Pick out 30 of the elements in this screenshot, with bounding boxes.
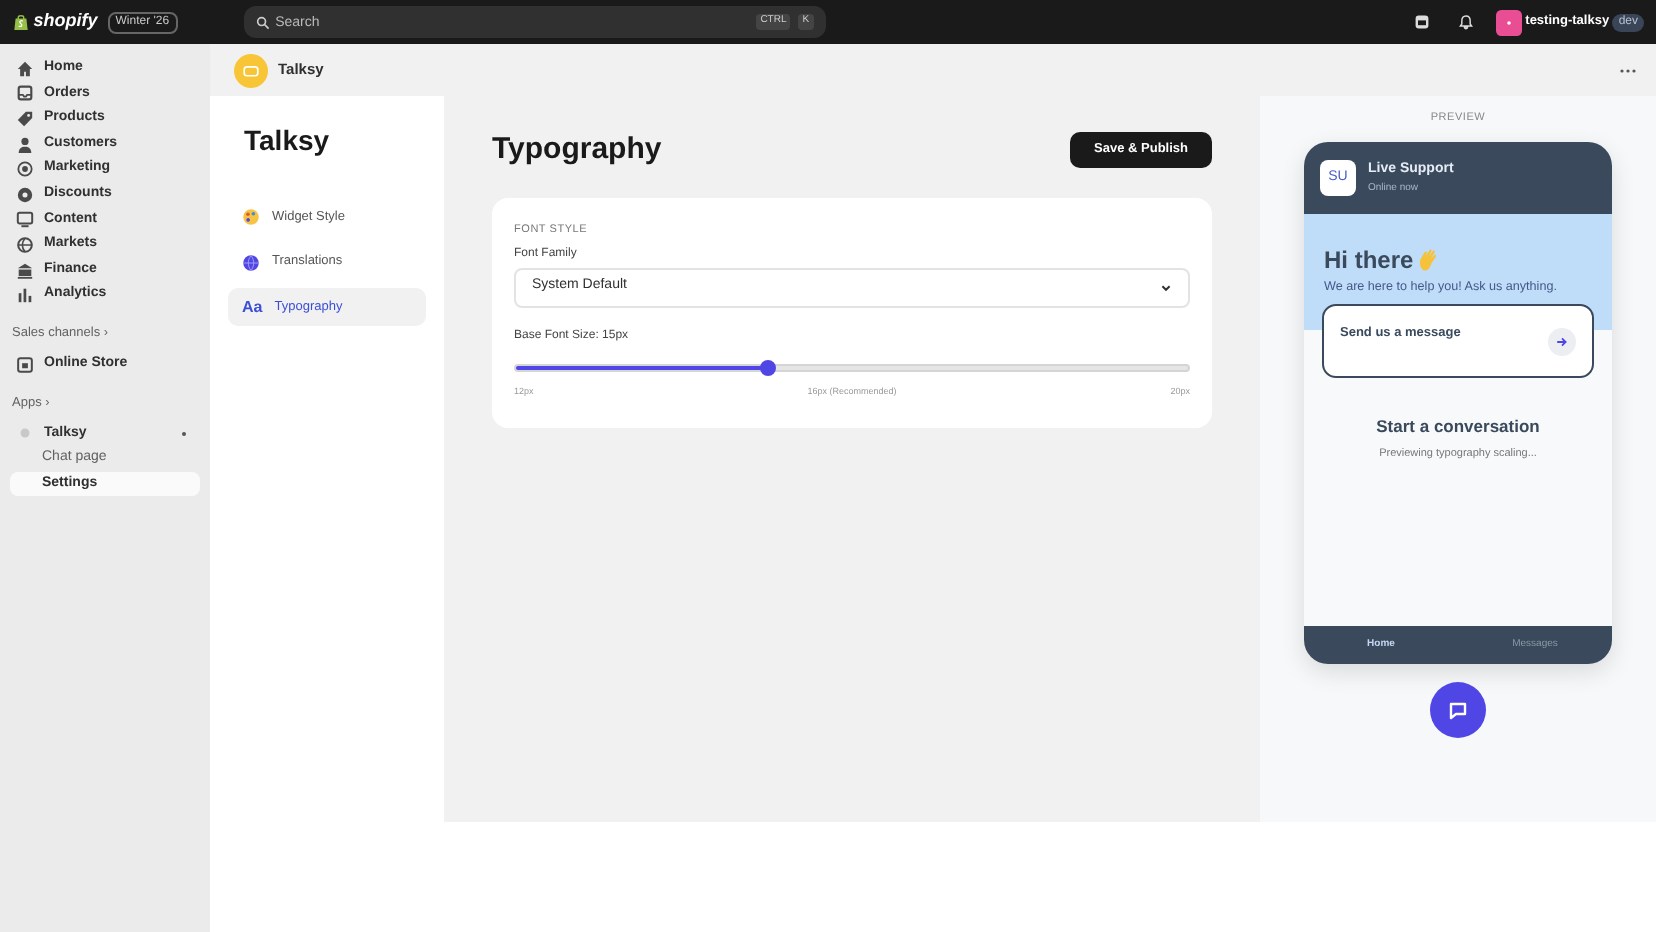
page-title: Typography: [492, 132, 662, 168]
shopify-bag-icon: [12, 12, 30, 32]
target-icon: [16, 160, 34, 179]
slider-thumb[interactable]: [760, 359, 776, 375]
globe-icon: [16, 235, 34, 254]
bar-chart-icon: [16, 286, 34, 305]
brand-logo-text: shopify: [33, 8, 98, 35]
app-title: Talksy: [244, 122, 332, 160]
globe-icon: [242, 253, 260, 271]
more-icon: [1620, 67, 1636, 73]
empty-title: Start a conversation: [1374, 414, 1542, 440]
notification-bell-icon: [1457, 14, 1474, 30]
person-icon: [16, 135, 34, 154]
inbox-icon: [16, 84, 34, 103]
home-icon: [16, 59, 34, 78]
text-style-icon: Aa: [242, 295, 263, 319]
app-logo: [234, 53, 268, 87]
storefront-icon: [16, 355, 34, 374]
chat-launcher-button[interactable]: [1430, 682, 1486, 739]
app-icon: [16, 424, 34, 443]
chat-bubble-icon: [1448, 700, 1468, 721]
search-icon: [255, 15, 270, 29]
store-avatar: [1495, 9, 1522, 35]
palette-icon: [242, 208, 260, 226]
chevron-down-icon: [1160, 281, 1172, 293]
tag-icon: [16, 109, 34, 128]
bank-icon: [16, 261, 34, 280]
slider-track[interactable]: [514, 363, 1190, 371]
greeting-text: Hi there: [1324, 244, 1414, 279]
waving-hand-icon: [1416, 248, 1441, 273]
